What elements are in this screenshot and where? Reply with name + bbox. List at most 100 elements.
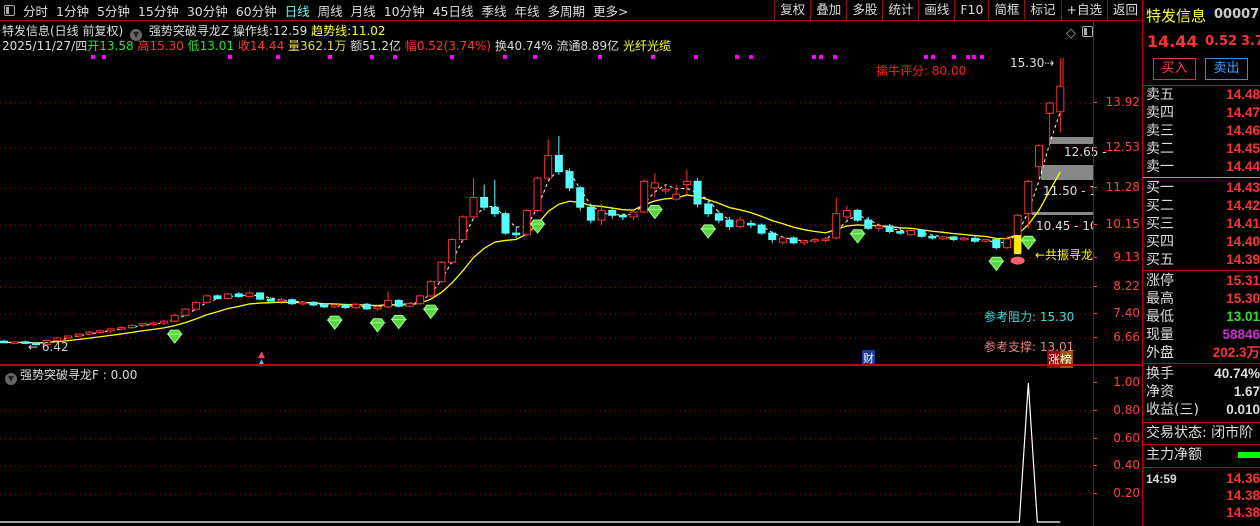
signal-dot <box>276 55 280 59</box>
tab-period[interactable]: 更多> <box>589 1 632 20</box>
tab-period[interactable]: 60分钟 <box>232 1 281 20</box>
tab-period[interactable]: 季线 <box>478 1 511 20</box>
candle-up <box>138 323 147 326</box>
candle-down <box>309 301 318 306</box>
toolbar-button[interactable]: 返回 <box>1106 0 1143 20</box>
change-label: 幅 <box>404 39 417 53</box>
stat-row: 最高 15.30 <box>1146 290 1260 308</box>
signal-dot <box>328 55 332 59</box>
tab-period[interactable]: 15分钟 <box>134 1 183 20</box>
toolbar-button[interactable]: 多股 <box>846 0 882 20</box>
candle-up <box>437 261 446 283</box>
tab-period[interactable]: 周线 <box>314 1 347 20</box>
indicator-chart[interactable] <box>0 366 1093 526</box>
candle-down <box>213 295 222 299</box>
candle-up <box>117 327 126 330</box>
candle-down <box>608 209 617 216</box>
ask-row: 卖四 14.47 <box>1146 104 1260 122</box>
candle-up <box>384 299 393 308</box>
tab-period[interactable]: 5分钟 <box>93 1 134 20</box>
panel-toggle-icon[interactable] <box>4 4 15 16</box>
main-flow-bar <box>1238 452 1260 458</box>
tab-period[interactable]: 多周期 <box>544 1 590 20</box>
candle-down <box>565 171 574 189</box>
tab-period[interactable]: 1分钟 <box>52 1 93 20</box>
candle-up <box>736 219 745 228</box>
toolbar-button[interactable]: 简框 <box>988 0 1024 20</box>
ma-slow-line <box>3 171 1061 344</box>
score-label: 擒牛评分: 80.00 <box>876 64 967 78</box>
tab-period[interactable]: 月线 <box>347 1 380 20</box>
toolbar-button[interactable]: 标记 <box>1024 0 1060 20</box>
indicator-name[interactable]: 强势突破寻龙Z <box>149 24 229 38</box>
signal-dot <box>651 55 655 59</box>
chart-title: 特发信息(日线 前复权) <box>2 24 124 38</box>
signal-dot <box>966 55 970 59</box>
sub-indicator-header: ▼ 强势突破寻龙F : 0.00 <box>2 366 137 385</box>
candle-up <box>181 308 190 316</box>
sub-indicator-dropdown-icon[interactable]: ▼ <box>5 373 17 385</box>
candle-down <box>394 299 403 307</box>
tab-period[interactable]: 日线 <box>281 1 314 20</box>
tab-period[interactable]: 30分钟 <box>183 1 232 20</box>
tick-price: 14.38 <box>1226 505 1260 520</box>
ask-row: 卖三 14.46 <box>1146 122 1260 140</box>
candle-down <box>341 304 350 309</box>
candle-down <box>490 206 499 215</box>
toolbar-button[interactable]: 复权 <box>774 0 810 20</box>
row-label: 买一 <box>1146 180 1174 196</box>
main-flow-label: 主力净额 <box>1146 447 1202 463</box>
diamond-icon[interactable]: ◇ <box>1066 26 1076 41</box>
row-value: 14.43 <box>1226 180 1260 195</box>
panel-icon[interactable] <box>1082 26 1093 37</box>
tab-period[interactable]: 45日线 <box>429 1 478 20</box>
candle-down <box>746 222 755 226</box>
price-pct: 3.7 <box>1241 34 1260 49</box>
toolbar-button[interactable]: +自选 <box>1060 0 1107 20</box>
signal-dot <box>450 55 454 59</box>
pane-divider[interactable] <box>0 364 1143 366</box>
candle-up <box>426 281 435 297</box>
toolbar-button[interactable]: F10 <box>954 0 988 20</box>
candle-down <box>928 235 937 239</box>
sub-tick: 1.00 <box>1093 375 1140 389</box>
toolbar-button[interactable]: 统计 <box>882 0 918 20</box>
op-line-label: 操作线: <box>232 24 273 38</box>
buy-button[interactable]: 买入 <box>1153 58 1196 80</box>
row-value: 14.45 <box>1226 141 1260 156</box>
candle-up <box>10 341 19 344</box>
tab-period[interactable]: 年线 <box>511 1 544 20</box>
sub-indicator-value: 0.00 <box>110 368 138 382</box>
candle-up <box>810 239 819 242</box>
tab-period[interactable]: 10分钟 <box>380 1 429 20</box>
candle-down <box>256 292 265 300</box>
resonance-bar <box>1014 235 1022 255</box>
candle-down <box>362 303 371 310</box>
toolbar-button[interactable]: 叠加 <box>810 0 846 20</box>
toolbar-button[interactable]: 画线 <box>918 0 954 20</box>
candle-up <box>106 328 115 332</box>
candle-up <box>298 301 307 305</box>
candle-up <box>416 295 425 305</box>
candle-down <box>789 237 798 244</box>
op-line-value: 12.59 <box>272 24 308 38</box>
signal-dot <box>91 55 95 59</box>
diamond-signal-icon <box>1020 235 1037 251</box>
sub-tick: 0.40 <box>1093 458 1140 472</box>
resistance-label: 参考阻力: 15.30 <box>984 308 1074 325</box>
sell-button[interactable]: 卖出 <box>1205 58 1248 80</box>
row-label: 最低 <box>1146 309 1174 325</box>
stock-name: 特发信息 <box>1146 7 1207 25</box>
stock-code: 000070 <box>1214 7 1260 22</box>
candle-down <box>618 214 627 218</box>
candlestick-chart[interactable] <box>0 55 1093 365</box>
candle-down <box>917 230 926 237</box>
tab-period[interactable]: 分时 <box>19 1 52 20</box>
zone-label-2: 11.50 - 1 <box>1043 184 1093 198</box>
candle-up <box>469 196 478 218</box>
sub-indicator-name[interactable]: 强势突破寻龙F <box>20 368 99 382</box>
sector-link[interactable]: 光纤光缆 <box>623 39 671 53</box>
candle-down <box>949 236 958 241</box>
zone-bar <box>1032 212 1093 215</box>
candle-up <box>522 209 531 236</box>
